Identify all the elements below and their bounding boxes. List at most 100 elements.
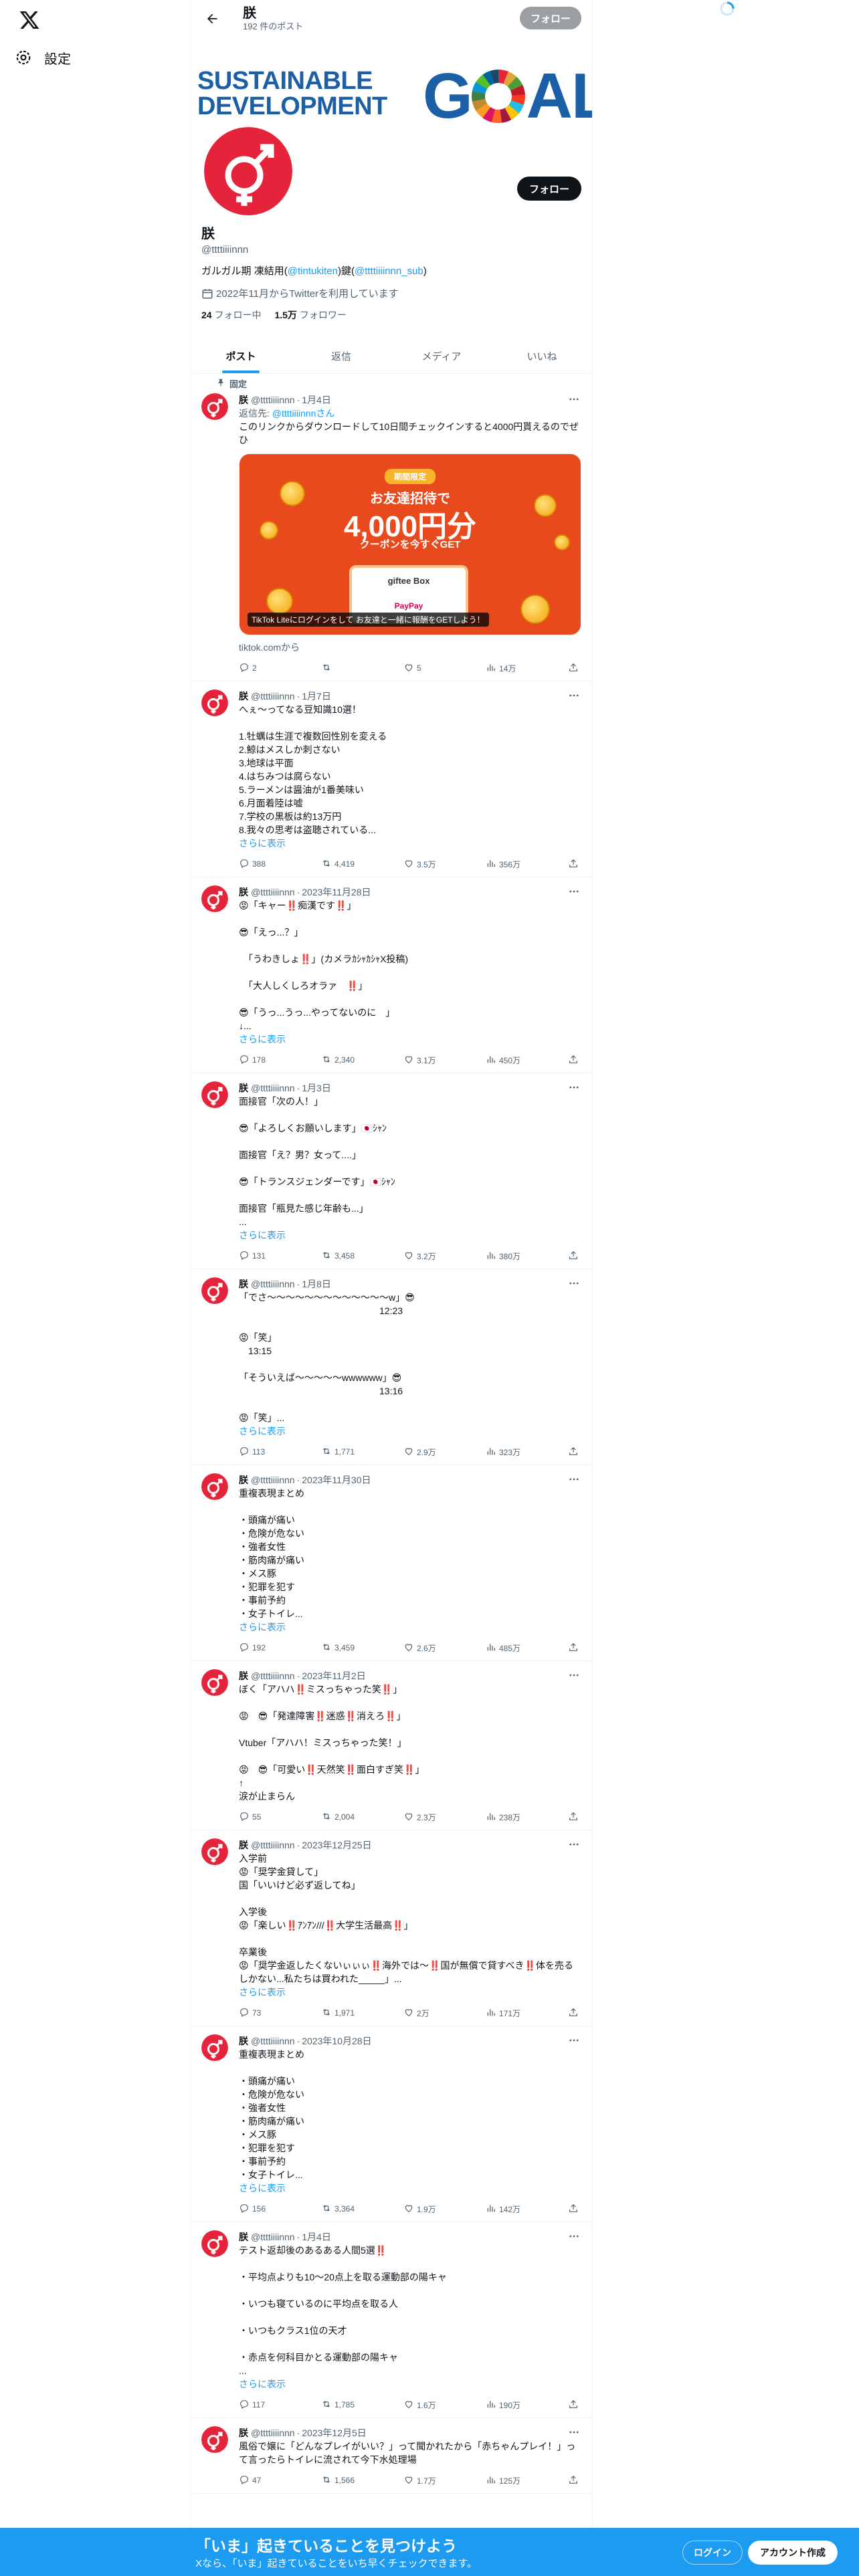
tweet-avatar[interactable]: [201, 2230, 228, 2257]
tweet-avatar[interactable]: [201, 1669, 228, 1696]
retweet-button[interactable]: 1,785: [321, 2399, 361, 2411]
reply-button[interactable]: 192: [239, 1642, 279, 1654]
tweet-avatar[interactable]: [201, 2034, 228, 2061]
retweet-button[interactable]: 1,971: [321, 2007, 361, 2020]
like-button[interactable]: 2.3万: [403, 1811, 444, 1824]
tab-posts[interactable]: ポスト: [191, 338, 291, 373]
tweet-avatar[interactable]: [201, 1473, 228, 1500]
link-card[interactable]: 期間限定 お友達招待で 4,000円分 クーポンを今すぐGET giftee B…: [239, 453, 581, 635]
bio-link-2[interactable]: @ttttiiiinnn_sub: [355, 265, 423, 277]
show-more-link[interactable]: さらに表示: [239, 1426, 286, 1436]
tweet-date[interactable]: 2023年12月5日: [302, 2426, 367, 2440]
like-button[interactable]: 3.5万: [403, 858, 444, 871]
tweet-author-handle[interactable]: @ttttiiiinnn: [251, 689, 295, 703]
retweet-button[interactable]: 1,771: [321, 1446, 361, 1459]
like-button[interactable]: 1.9万: [403, 2203, 444, 2216]
tweet-author-handle[interactable]: @ttttiiiinnn: [251, 1277, 295, 1291]
views-button[interactable]: 450万: [486, 1054, 526, 1067]
tweet-date[interactable]: 1月3日: [302, 1081, 331, 1095]
more-options-icon[interactable]: [567, 2229, 581, 2244]
share-button[interactable]: [568, 1811, 579, 1824]
tweet[interactable]: 朕 @ttttiiiinnn · 2023年11月30日 重複表現まとめ ・頭痛…: [191, 1465, 592, 1661]
tweet-author-name[interactable]: 朕: [239, 1669, 248, 1683]
reply-button[interactable]: 73: [239, 2007, 279, 2020]
show-more-link[interactable]: さらに表示: [239, 1230, 286, 1241]
views-button[interactable]: 142万: [486, 2203, 526, 2216]
like-button[interactable]: 3.2万: [403, 1250, 444, 1263]
tweet[interactable]: 朕 @ttttiiiinnn · 2023年12月25日 入学前 😡「奨学金貸し…: [191, 1830, 592, 2026]
like-button[interactable]: 5: [403, 662, 444, 675]
views-button[interactable]: 238万: [486, 1811, 526, 1824]
share-button[interactable]: [568, 2474, 579, 2487]
tweet-author-handle[interactable]: @ttttiiiinnn: [251, 1669, 295, 1683]
tweet[interactable]: 朕 @ttttiiiinnn · 2023年11月28日 😡「キャー‼️痴漢です…: [191, 877, 592, 1073]
tweet[interactable]: 朕 @ttttiiiinnn · 1月4日 テスト返却後のあるある人間5選‼️ …: [191, 2222, 592, 2418]
more-options-icon[interactable]: [567, 1276, 581, 1291]
retweet-button[interactable]: 4,419: [321, 858, 361, 871]
tweet-author-name[interactable]: 朕: [239, 2426, 248, 2440]
share-button[interactable]: [568, 662, 579, 675]
views-button[interactable]: 356万: [486, 858, 526, 871]
tweet-author-name[interactable]: 朕: [239, 1838, 248, 1852]
tweet-date[interactable]: 1月8日: [302, 1277, 331, 1291]
tweet-author-name[interactable]: 朕: [239, 2230, 248, 2244]
like-button[interactable]: 2万: [403, 2007, 444, 2020]
show-more-link[interactable]: さらに表示: [239, 2183, 286, 2193]
like-button[interactable]: 2.6万: [403, 1642, 444, 1654]
tweet-author-name[interactable]: 朕: [239, 1473, 248, 1487]
tweet-author-handle[interactable]: @ttttiiiinnn: [251, 1838, 295, 1852]
tweet-avatar[interactable]: [201, 1277, 228, 1304]
show-more-link[interactable]: さらに表示: [239, 838, 286, 849]
share-button[interactable]: [568, 2203, 579, 2216]
tweet[interactable]: 固定 朕 @ttttiiiinnn · 1月4日 返信先: @ttttiiiin…: [191, 374, 592, 681]
tweet-author-name[interactable]: 朕: [239, 2034, 248, 2048]
tweet-date[interactable]: 2023年11月28日: [302, 885, 371, 899]
tweet-date[interactable]: 1月4日: [302, 2230, 331, 2244]
more-options-icon[interactable]: [567, 2425, 581, 2440]
bio-link-1[interactable]: @tintukiten: [288, 265, 338, 277]
tweet-author-handle[interactable]: @ttttiiiinnn: [251, 2230, 295, 2244]
like-button[interactable]: 1.7万: [403, 2474, 444, 2487]
reply-to-link[interactable]: @ttttiiiinnnさん: [272, 408, 335, 419]
card-source[interactable]: tiktok.comから: [239, 641, 581, 654]
x-logo-icon[interactable]: [16, 7, 43, 33]
following-link[interactable]: 24 フォロー中: [201, 308, 261, 322]
views-button[interactable]: 171万: [486, 2007, 526, 2020]
profile-follow-button[interactable]: フォロー: [516, 177, 581, 201]
show-more-link[interactable]: さらに表示: [239, 1987, 286, 1998]
share-button[interactable]: [568, 2007, 579, 2020]
retweet-button[interactable]: 2,004: [321, 1811, 361, 1824]
reply-button[interactable]: 113: [239, 1446, 279, 1459]
tweet-avatar[interactable]: [201, 1081, 228, 1108]
like-button[interactable]: 3.1万: [403, 1054, 444, 1067]
like-button[interactable]: 2.9万: [403, 1446, 444, 1459]
reply-button[interactable]: 156: [239, 2203, 279, 2216]
reply-button[interactable]: 388: [239, 858, 279, 871]
reply-button[interactable]: 131: [239, 1250, 279, 1263]
tweet[interactable]: 朕 @ttttiiiinnn · 1月8日 「でさ〜〜〜〜〜〜〜〜〜〜〜〜〜w」…: [191, 1269, 592, 1465]
share-button[interactable]: [568, 1642, 579, 1654]
tab-media[interactable]: メディア: [391, 338, 492, 373]
login-button[interactable]: ログイン: [682, 2541, 743, 2565]
profile-avatar[interactable]: [201, 124, 295, 218]
back-button[interactable]: [200, 7, 224, 31]
tweet-avatar[interactable]: [201, 393, 228, 420]
views-button[interactable]: 14万: [486, 662, 526, 675]
reply-button[interactable]: 117: [239, 2399, 279, 2411]
reply-button[interactable]: 47: [239, 2474, 279, 2487]
more-options-icon[interactable]: [567, 1668, 581, 1683]
tweet-author-name[interactable]: 朕: [239, 689, 248, 703]
share-button[interactable]: [568, 1250, 579, 1263]
views-button[interactable]: 380万: [486, 1250, 526, 1263]
share-button[interactable]: [568, 1054, 579, 1067]
tweet-date[interactable]: 2023年12月25日: [302, 1838, 371, 1852]
tweet-avatar[interactable]: [201, 1838, 228, 1865]
reply-button[interactable]: 55: [239, 1811, 279, 1824]
views-button[interactable]: 125万: [486, 2474, 526, 2487]
tweet[interactable]: 朕 @ttttiiiinnn · 2023年11月2日 ぼく「アハハ‼️ミスっち…: [191, 1661, 592, 1830]
reply-button[interactable]: 2: [239, 662, 279, 675]
tweet[interactable]: 朕 @ttttiiiinnn · 1月3日 面接官「次の人！」 😎「よろしくお願…: [191, 1073, 592, 1269]
tweet[interactable]: 朕 @ttttiiiinnn · 2023年12月5日 風俗で嬢に「どんなプレイ…: [191, 2418, 592, 2494]
tweet-author-handle[interactable]: @ttttiiiinnn: [251, 2426, 295, 2440]
tweet-author-name[interactable]: 朕: [239, 1277, 248, 1291]
